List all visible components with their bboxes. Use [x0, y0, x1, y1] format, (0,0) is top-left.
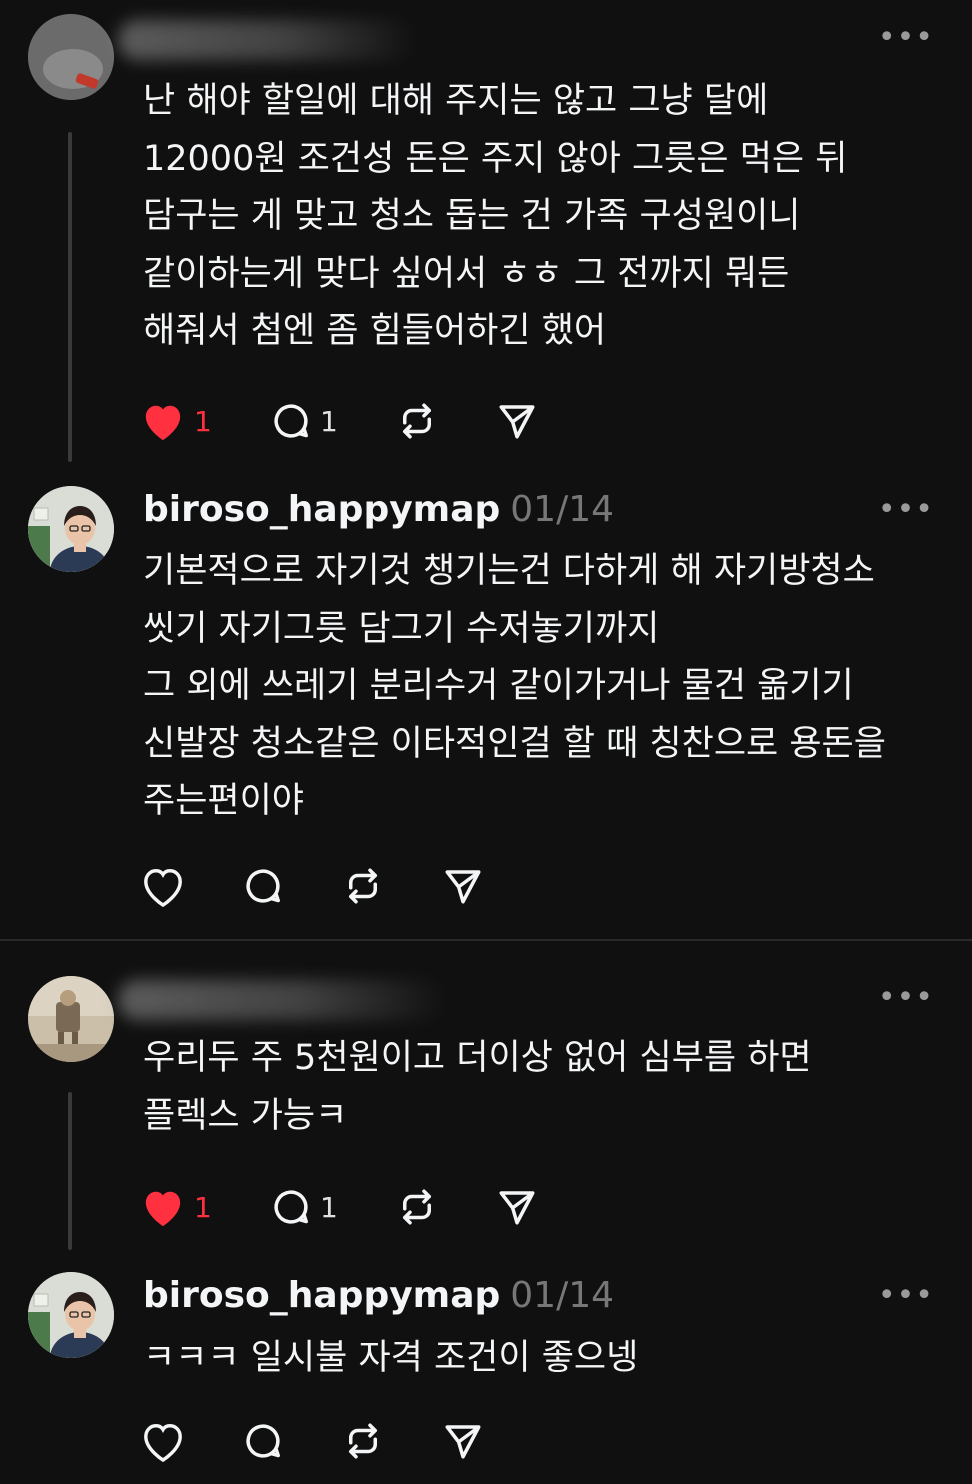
- reply-count: 1: [320, 404, 338, 438]
- send-icon: [499, 405, 535, 439]
- repost-button[interactable]: [342, 861, 384, 911]
- share-button[interactable]: [442, 1416, 484, 1466]
- post-date: 01/14: [510, 1275, 615, 1316]
- blurred-username: [118, 20, 418, 60]
- like-count: 1: [194, 404, 212, 438]
- more-options-icon[interactable]: •••: [878, 23, 934, 53]
- more-options-icon[interactable]: •••: [878, 1281, 934, 1311]
- thread-post-3: ••• 우리두 주 5천원이고 더이상 없어 심부름 하면 플렉스 가능ㅋ 1 …: [0, 942, 972, 1260]
- comment-bubble-icon: [274, 1190, 308, 1224]
- send-icon: [445, 1425, 481, 1459]
- blurred-username: [118, 980, 448, 1020]
- post-header: biroso_happymap 01/14: [143, 1274, 614, 1318]
- post-text: 난 해야 할일에 대해 주지는 않고 그냥 달에 12000원 조건성 돈은 주…: [143, 81, 848, 351]
- heart-icon: [145, 405, 181, 441]
- post-text: 우리두 주 5천원이고 더이상 없어 심부름 하면 플렉스 가능ㅋ: [143, 1038, 812, 1136]
- thread-post-4: biroso_happymap 01/14 ••• ㅋㅋㅋ 일시불 자격 조건이 …: [0, 1260, 972, 1484]
- post-header: biroso_happymap 01/14: [143, 488, 614, 532]
- post-text: 기본적으로 자기것 챙기는건 다하게 해 자기방청소 씻기 자기그릇 담그기 수…: [143, 551, 886, 821]
- like-count: 1: [194, 1190, 212, 1224]
- share-button[interactable]: [442, 861, 484, 911]
- share-button[interactable]: [496, 396, 538, 446]
- comment-bubble-icon: [274, 404, 308, 438]
- repost-icon: [349, 1423, 377, 1459]
- send-icon: [445, 870, 481, 904]
- username[interactable]: biroso_happymap: [143, 1275, 500, 1316]
- thread-post-1: ••• 난 해야 할일에 대해 주지는 않고 그냥 달에 12000원 조건성 …: [0, 0, 972, 470]
- like-button[interactable]: [140, 861, 186, 911]
- avatar[interactable]: [28, 976, 114, 1062]
- repost-icon: [403, 1189, 431, 1225]
- avatar[interactable]: [28, 486, 114, 572]
- more-options-icon[interactable]: •••: [878, 495, 934, 525]
- repost-button[interactable]: [396, 396, 438, 446]
- repost-icon: [403, 403, 431, 439]
- avatar[interactable]: [28, 1272, 114, 1358]
- repost-button[interactable]: [342, 1416, 384, 1466]
- like-button[interactable]: 1: [140, 1182, 212, 1232]
- reply-button[interactable]: 1: [270, 396, 338, 446]
- reply-button[interactable]: [242, 861, 284, 911]
- repost-icon: [349, 868, 377, 904]
- comment-bubble-icon: [246, 869, 280, 903]
- thread-post-2: biroso_happymap 01/14 ••• 기본적으로 자기것 챙기는건 …: [0, 470, 972, 940]
- reply-button[interactable]: 1: [270, 1182, 338, 1232]
- repost-button[interactable]: [396, 1182, 438, 1232]
- thread-line: [68, 1092, 72, 1250]
- username[interactable]: biroso_happymap: [143, 489, 500, 530]
- comment-bubble-icon: [246, 1424, 280, 1458]
- like-button[interactable]: 1: [140, 396, 212, 446]
- thread-divider: [0, 939, 972, 941]
- thread-line: [68, 132, 72, 462]
- heart-icon: [144, 869, 182, 907]
- avatar[interactable]: [28, 14, 114, 100]
- reply-button[interactable]: [242, 1416, 284, 1466]
- heart-icon: [144, 1424, 182, 1462]
- send-icon: [499, 1191, 535, 1225]
- reply-count: 1: [320, 1190, 338, 1224]
- post-date: 01/14: [510, 489, 615, 530]
- more-options-icon[interactable]: •••: [878, 983, 934, 1013]
- heart-icon: [145, 1191, 181, 1227]
- share-button[interactable]: [496, 1182, 538, 1232]
- post-text: ㅋㅋㅋ 일시불 자격 조건이 좋으넹: [143, 1338, 639, 1378]
- like-button[interactable]: [140, 1416, 186, 1466]
